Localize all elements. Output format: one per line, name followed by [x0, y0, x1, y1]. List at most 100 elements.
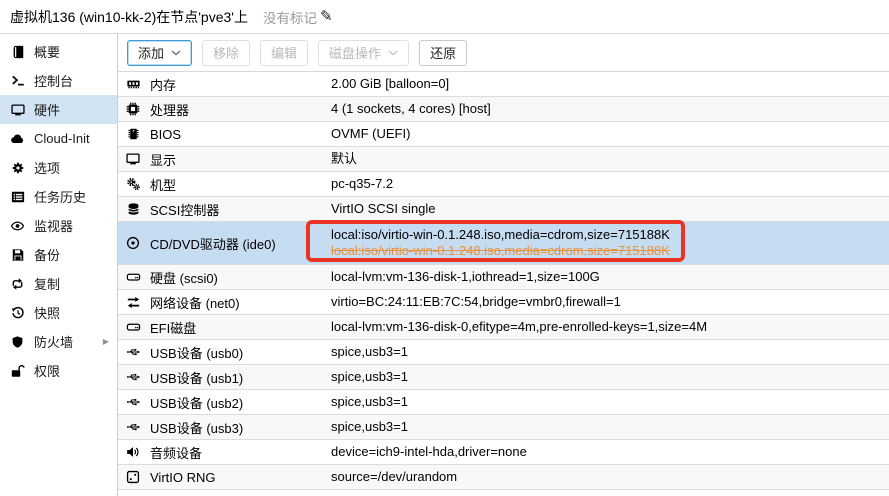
sidebar-item-label: Cloud-Init — [34, 131, 90, 146]
row-value: 4 (1 sockets, 4 cores) [host] — [331, 97, 889, 121]
hardware-row-machine[interactable]: 机型 pc-q35-7.2 — [118, 172, 889, 197]
row-key: 硬盘 (scsi0) — [118, 265, 331, 289]
chevron-down-icon — [388, 50, 398, 56]
row-key-label: BIOS — [150, 127, 181, 142]
row-key-label: 硬盘 (scsi0) — [150, 268, 218, 287]
gear-icon — [10, 161, 25, 175]
row-key: 网络设备 (net0) — [118, 290, 331, 314]
chevron-down-icon — [171, 50, 181, 56]
sidebar-item-replication[interactable]: 复制 — [0, 269, 117, 298]
row-value: spice,usb3=1 — [331, 390, 889, 414]
sidebar-item-label: 防火墙 — [34, 332, 73, 351]
row-key: USB设备 (usb0) — [118, 340, 331, 364]
row-key-label: USB设备 (usb0) — [150, 343, 243, 362]
hardware-row-usb0[interactable]: USB设备 (usb0) spice,usb3=1 — [118, 340, 889, 365]
row-key-label: VirtIO RNG — [150, 470, 216, 485]
sidebar-item-backup[interactable]: 备份 — [0, 240, 117, 269]
dice-icon — [125, 470, 141, 484]
sidebar-item-snapshots[interactable]: 快照 — [0, 298, 117, 327]
sidebar-item-label: 概要 — [34, 42, 60, 61]
row-value: local-lvm:vm-136-disk-0,efitype=4m,pre-e… — [331, 315, 889, 339]
hardware-row-bios[interactable]: BIOS OVMF (UEFI) — [118, 122, 889, 147]
row-value-current: VirtIO SCSI single — [331, 201, 889, 217]
sidebar-item-task-history[interactable]: 任务历史 — [0, 182, 117, 211]
row-key-label: 显示 — [150, 150, 176, 169]
cpu-icon — [125, 102, 141, 116]
history-icon — [10, 306, 25, 320]
sidebar-item-firewall[interactable]: 防火墙▶ — [0, 327, 117, 356]
sidebar-item-summary[interactable]: 概要 — [0, 37, 117, 66]
sidebar-item-hardware[interactable]: 硬件 — [0, 95, 117, 124]
sidebar-item-label: 任务历史 — [34, 187, 86, 206]
row-value: 2.00 GiB [balloon=0] — [331, 72, 889, 96]
sidebar-item-label: 监视器 — [34, 216, 73, 235]
add-button[interactable]: 添加 — [127, 40, 192, 66]
button-label: 编辑 — [271, 43, 297, 62]
hardware-row-usb3[interactable]: USB设备 (usb3)spice,usb3=1 — [118, 415, 889, 440]
row-key-label: 内存 — [150, 75, 176, 94]
page-title: 虚拟机136 (win10-kk-2)在节点'pve3'上 — [10, 7, 248, 27]
row-key: CD/DVD驱动器 (ide0) — [118, 222, 331, 264]
hardware-row-rng[interactable]: VirtIO RNG source=/dev/urandom — [118, 465, 889, 490]
button-label: 添加 — [138, 43, 164, 62]
usb-icon — [125, 345, 141, 359]
row-value-current: 默认 — [331, 151, 889, 167]
row-value: OVMF (UEFI) — [331, 122, 889, 146]
button-label: 移除 — [213, 43, 239, 62]
row-key-label: USB设备 (usb2) — [150, 393, 243, 412]
row-value-pending-change: local:iso/virtio-win-0.1.248.iso,media=c… — [331, 243, 889, 259]
row-key: 显示 — [118, 147, 331, 171]
sidebar-item-label: 选项 — [34, 158, 60, 177]
row-value-current: OVMF (UEFI) — [331, 126, 889, 142]
usb-icon — [125, 370, 141, 384]
shield-icon — [10, 335, 25, 349]
row-value: device=ich9-intel-hda,driver=none — [331, 440, 889, 464]
hardware-row-efidisk[interactable]: EFI磁盘local-lvm:vm-136-disk-0,efitype=4m,… — [118, 315, 889, 340]
row-value-current: local-lvm:vm-136-disk-0,efitype=4m,pre-e… — [331, 319, 889, 335]
sidebar-item-options[interactable]: 选项 — [0, 153, 117, 182]
row-value: spice,usb3=1 — [331, 365, 889, 389]
titlebar: 虚拟机136 (win10-kk-2)在节点'pve3'上 没有标记 ✎ — [0, 0, 889, 34]
hardware-row-processors[interactable]: 处理器4 (1 sockets, 4 cores) [host] — [118, 97, 889, 122]
sidebar-item-monitor[interactable]: 监视器 — [0, 211, 117, 240]
row-value: local-lvm:vm-136-disk-1,iothread=1,size=… — [331, 265, 889, 289]
hardware-row-audio[interactable]: 音频设备 device=ich9-intel-hda,driver=none — [118, 440, 889, 465]
hardware-row-scsi0[interactable]: 硬盘 (scsi0) local-lvm:vm-136-disk-1,iothre… — [118, 265, 889, 290]
main-panel: 添加 移除 编辑 磁盘操作还原 内存 2.00 GiB [balloon=0] 处理器4 … — [118, 34, 889, 496]
hardware-row-ide0[interactable]: CD/DVD驱动器 (ide0)local:iso/virtio-win-0.1… — [118, 222, 889, 265]
row-key: SCSI控制器 — [118, 197, 331, 221]
revert-button[interactable]: 还原 — [419, 40, 467, 66]
terminal-icon — [10, 74, 25, 88]
sidebar-item-console[interactable]: 控制台 — [0, 66, 117, 95]
disk-action-button: 磁盘操作 — [318, 40, 409, 66]
row-key: USB设备 (usb1) — [118, 365, 331, 389]
row-value-current: spice,usb3=1 — [331, 419, 889, 435]
hardware-row-memory[interactable]: 内存 2.00 GiB [balloon=0] — [118, 72, 889, 97]
hardware-row-display[interactable]: 显示 默认 — [118, 147, 889, 172]
hardware-row-usb1[interactable]: USB设备 (usb1) spice,usb3=1 — [118, 365, 889, 390]
sidebar-item-label: 控制台 — [34, 71, 73, 90]
sidebar-item-cloudinit[interactable]: Cloud-Init — [0, 124, 117, 153]
unlock-icon — [10, 364, 25, 378]
row-value: VirtIO SCSI single — [331, 197, 889, 221]
content-area: 概要控制台硬件 Cloud-Init 选项任务历史监视器备份复制快照防火墙▶权限 添… — [0, 34, 889, 496]
row-value-current: source=/dev/urandom — [331, 469, 889, 485]
usb-icon — [125, 420, 141, 434]
row-key: 机型 — [118, 172, 331, 196]
hardware-row-net0[interactable]: 网络设备 (net0)virtio=BC:24:11:EB:7C:54,brid… — [118, 290, 889, 315]
hardware-row-usb2[interactable]: USB设备 (usb2) spice,usb3=1 — [118, 390, 889, 415]
row-value: spice,usb3=1 — [331, 340, 889, 364]
row-key-label: USB设备 (usb1) — [150, 368, 243, 387]
row-key-label: SCSI控制器 — [150, 200, 219, 219]
row-value: spice,usb3=1 — [331, 415, 889, 439]
row-value: local:iso/virtio-win-0.1.248.iso,media=c… — [331, 222, 889, 264]
book-icon — [10, 45, 25, 59]
row-key: USB设备 (usb2) — [118, 390, 331, 414]
hardware-row-scsihw[interactable]: SCSI控制器 VirtIO SCSI single — [118, 197, 889, 222]
row-key-label: 机型 — [150, 175, 176, 194]
sidebar-item-permissions[interactable]: 权限 — [0, 356, 117, 385]
row-key-label: 音频设备 — [150, 443, 202, 462]
row-value-current: 2.00 GiB [balloon=0] — [331, 76, 889, 92]
row-value-current: pc-q35-7.2 — [331, 176, 889, 192]
pencil-icon[interactable]: ✎ — [320, 9, 333, 24]
